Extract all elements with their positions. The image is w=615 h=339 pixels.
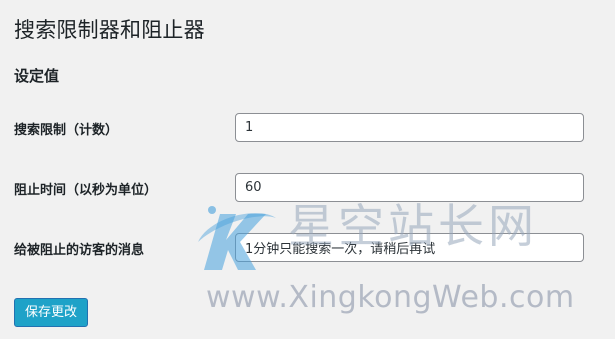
save-changes-button[interactable]: 保存更改 xyxy=(14,298,89,327)
blocked-message-label: 给被阻止的访客的消息 xyxy=(14,243,145,258)
block-time-input[interactable] xyxy=(235,173,584,202)
block-time-label: 阻止时间（以秒为单位） xyxy=(14,183,158,198)
page-title: 搜索限制器和阻止器 xyxy=(14,18,205,42)
watermark: 星空站长网 www.XingkongWeb.com xyxy=(190,196,610,336)
search-limit-label: 搜索限制（计数） xyxy=(14,123,119,138)
section-title: 设定值 xyxy=(14,67,60,85)
watermark-url-text: www.XingkongWeb.com xyxy=(206,280,575,315)
blocked-message-input[interactable] xyxy=(235,233,584,262)
search-limit-input[interactable] xyxy=(235,113,584,142)
